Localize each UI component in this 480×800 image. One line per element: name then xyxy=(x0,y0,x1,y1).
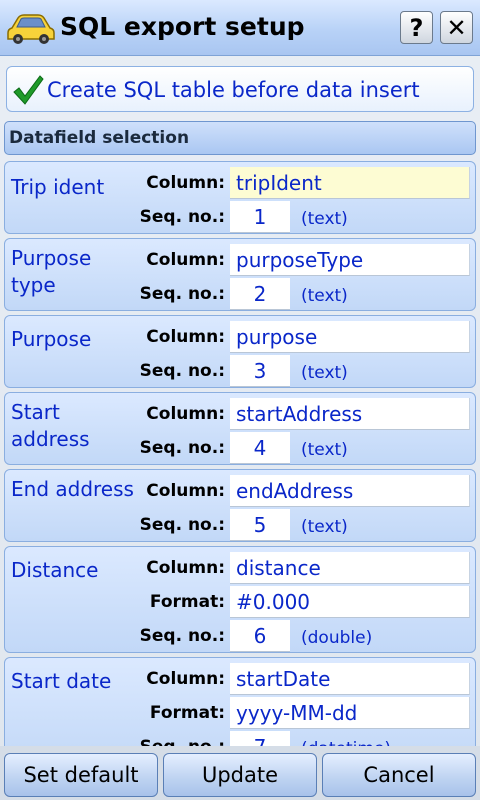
column-input[interactable]: startDate xyxy=(230,663,470,695)
seq-input[interactable]: 6 xyxy=(230,620,290,652)
type-label: (text) xyxy=(301,440,348,460)
column-label: Column: xyxy=(146,481,225,501)
column-input[interactable]: distance xyxy=(230,552,470,584)
cancel-button[interactable]: Cancel xyxy=(322,753,476,797)
column-input[interactable]: purposeType xyxy=(230,244,470,276)
column-label: Column: xyxy=(146,250,225,270)
type-label: (text) xyxy=(301,209,348,229)
seq-label: Seq. no.: xyxy=(139,361,225,381)
seq-input[interactable]: 3 xyxy=(230,355,290,387)
help-button[interactable]: ? xyxy=(400,11,433,44)
column-label: Column: xyxy=(146,558,225,578)
section-header: Datafield selection xyxy=(4,121,476,155)
seq-label: Seq. no.: xyxy=(139,626,225,646)
field-card-purpose: Purpose Column: purpose Seq. no.: 3 (tex… xyxy=(4,315,476,388)
seq-input[interactable]: 4 xyxy=(230,432,290,464)
seq-label: Seq. no.: xyxy=(139,515,225,535)
set-default-button[interactable]: Set default xyxy=(4,753,158,797)
seq-input[interactable]: 5 xyxy=(230,509,290,541)
seq-input[interactable]: 2 xyxy=(230,278,290,310)
seq-input[interactable]: 1 xyxy=(230,201,290,233)
field-card-start-address: Start address Column: startAddress Seq. … xyxy=(4,392,476,465)
column-input[interactable]: purpose xyxy=(230,321,470,353)
create-table-checkbox[interactable]: Create SQL table before data insert xyxy=(6,66,474,112)
car-icon xyxy=(7,14,55,44)
type-label: (text) xyxy=(301,517,348,537)
format-label: Format: xyxy=(149,703,225,723)
column-label: Column: xyxy=(146,327,225,347)
type-label: (text) xyxy=(301,286,348,306)
format-input[interactable]: yyyy-MM-dd xyxy=(230,697,470,729)
help-icon: ? xyxy=(409,13,424,42)
format-label: Format: xyxy=(149,592,225,612)
checkmark-icon xyxy=(13,75,44,105)
field-card-distance: Distance Column: distance Format: #0.000… xyxy=(4,546,476,653)
type-label: (double) xyxy=(301,628,373,648)
format-input[interactable]: #0.000 xyxy=(230,586,470,618)
column-label: Column: xyxy=(146,669,225,689)
column-label: Column: xyxy=(146,173,225,193)
close-button[interactable]: ✕ xyxy=(440,11,473,44)
column-label: Column: xyxy=(146,404,225,424)
close-icon: ✕ xyxy=(446,13,467,42)
dialog-title: SQL export setup xyxy=(60,12,305,41)
button-bar: Set default Update Cancel xyxy=(0,746,480,800)
column-input[interactable]: tripIdent xyxy=(230,167,470,199)
create-table-label: Create SQL table before data insert xyxy=(47,78,420,102)
type-label: (text) xyxy=(301,363,348,383)
column-input[interactable]: startAddress xyxy=(230,398,470,430)
field-card-purpose-type: Purpose type Column: purposeType Seq. no… xyxy=(4,238,476,311)
title-bar: SQL export setup ? ✕ xyxy=(0,0,480,56)
seq-label: Seq. no.: xyxy=(139,438,225,458)
field-card-trip-ident: Trip ident Column: tripIdent Seq. no.: 1… xyxy=(4,161,476,234)
update-button[interactable]: Update xyxy=(163,753,317,797)
column-input[interactable]: endAddress xyxy=(230,475,470,507)
seq-label: Seq. no.: xyxy=(139,284,225,304)
seq-label: Seq. no.: xyxy=(139,207,225,227)
field-card-end-address: End address Column: endAddress Seq. no.:… xyxy=(4,469,476,542)
